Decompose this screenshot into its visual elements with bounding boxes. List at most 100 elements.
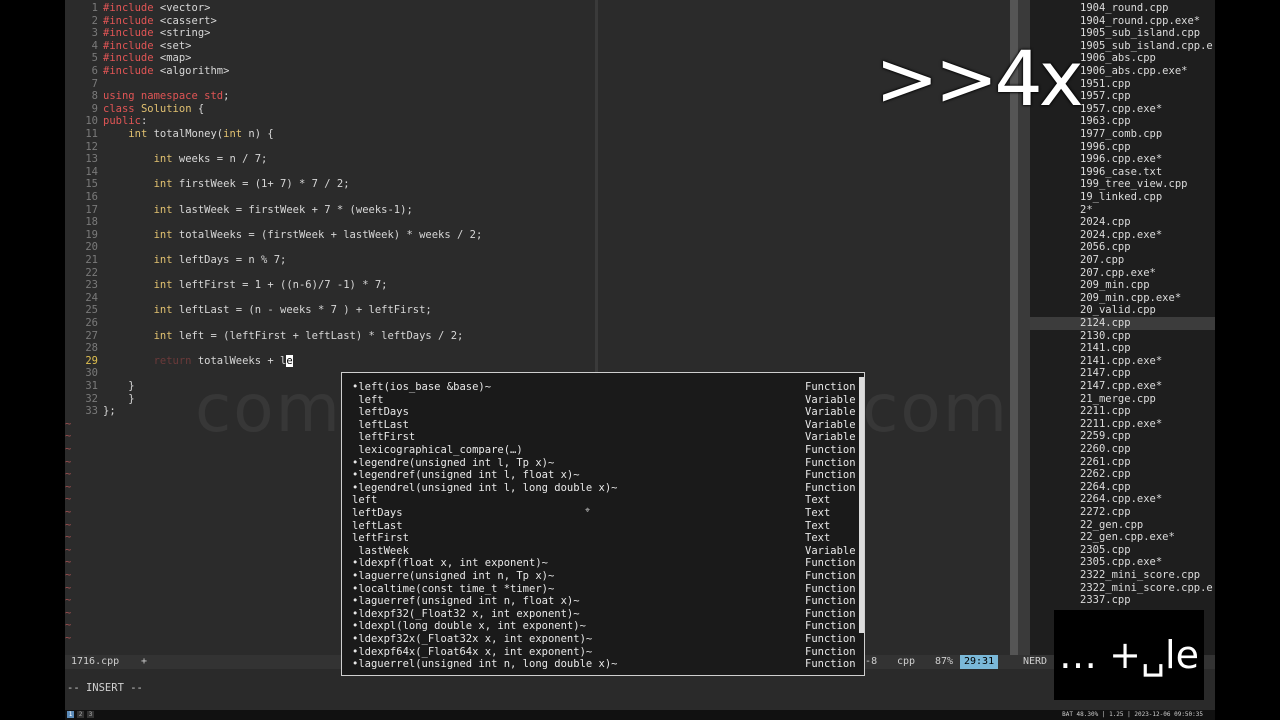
file-tree-item[interactable]: 2* xyxy=(1080,204,1093,217)
workspace-3[interactable]: 3 xyxy=(87,711,94,718)
autocomplete-item[interactable]: left Variable xyxy=(352,394,862,407)
autocomplete-item[interactable]: leftLast Text xyxy=(352,520,862,533)
file-tree-item[interactable]: 2260.cpp xyxy=(1080,443,1131,456)
file-tree-item[interactable]: 2264.cpp xyxy=(1080,481,1131,494)
autocomplete-item[interactable]: leftFirst Text xyxy=(352,532,862,545)
file-tree-item[interactable]: 199_tree_view.cpp xyxy=(1080,178,1187,191)
code-line[interactable]: } xyxy=(103,380,134,393)
autocomplete-item[interactable]: leftDays Variable xyxy=(352,406,862,419)
file-tree-item[interactable]: 1905_sub_island.cpp.e xyxy=(1080,40,1213,53)
file-tree-item[interactable]: 1951.cpp xyxy=(1080,78,1131,91)
file-tree-item[interactable]: 1977_comb.cpp xyxy=(1080,128,1162,141)
autocomplete-item[interactable]: left Text xyxy=(352,494,862,507)
file-tree-item[interactable]: 207.cpp xyxy=(1080,254,1124,267)
autocomplete-item[interactable]: •ldexpf32x(_Float32x x, int exponent)~ Fu… xyxy=(352,633,862,646)
autocomplete-item[interactable]: •laguerre(unsigned int n, Tp x)~ Function xyxy=(352,570,862,583)
autocomplete-item[interactable]: •localtime(const time_t *timer)~ Function xyxy=(352,583,862,596)
autocomplete-item[interactable]: •laguerrel(unsigned int n, long double x… xyxy=(352,658,862,671)
code-line[interactable]: } xyxy=(103,393,134,406)
autocomplete-item[interactable]: •legendref(unsigned int l, float x)~ Func… xyxy=(352,469,862,482)
file-tree-item[interactable]: 1996_case.txt xyxy=(1080,166,1162,179)
autocomplete-item[interactable]: lexicographical_compare(…) Function xyxy=(352,444,862,457)
file-tree-item[interactable]: 22_gen.cpp xyxy=(1080,519,1143,532)
code-line[interactable]: #include <algorithm> xyxy=(103,65,229,78)
file-tree-item[interactable]: 2024.cpp.exe* xyxy=(1080,229,1162,242)
file-tree-item[interactable]: 19_linked.cpp xyxy=(1080,191,1162,204)
code-line[interactable]: int leftFirst = 1 + ((n-6)/7 -1) * 7; xyxy=(103,279,388,292)
file-tree-item[interactable]: 1996.cpp.exe* xyxy=(1080,153,1162,166)
autocomplete-item[interactable]: •left(ios_base &base)~ Function xyxy=(352,381,862,394)
code-line[interactable]: int weeks = n / 7; xyxy=(103,153,268,166)
autocomplete-item[interactable]: •ldexpf64x(_Float64x x, int exponent)~ Fu… xyxy=(352,646,862,659)
file-tree-item[interactable]: 2141.cpp.exe* xyxy=(1080,355,1162,368)
file-tree-item[interactable]: 1905_sub_island.cpp xyxy=(1080,27,1200,40)
file-tree-item[interactable]: 2305.cpp.exe* xyxy=(1080,556,1162,569)
file-tree-item[interactable]: 2337.cpp xyxy=(1080,594,1131,607)
autocomplete-item[interactable]: •legendre(unsigned int l, Tp x)~ Function xyxy=(352,457,862,470)
file-tree-item[interactable]: 1957.cpp xyxy=(1080,90,1131,103)
file-tree-item[interactable]: 2141.cpp xyxy=(1080,342,1131,355)
autocomplete-popup[interactable]: •left(ios_base &base)~ Function left Varia… xyxy=(341,372,865,676)
code-line[interactable]: return totalWeeks + le xyxy=(103,354,293,368)
file-tree-item[interactable]: 2262.cpp xyxy=(1080,468,1131,481)
code-line[interactable]: #include <map> xyxy=(103,52,192,65)
code-line[interactable]: int firstWeek = (1+ 7) * 7 / 2; xyxy=(103,178,350,191)
code-line[interactable]: class Solution { xyxy=(103,103,204,116)
workspace-1[interactable]: 1 xyxy=(67,711,74,718)
autocomplete-item[interactable]: leftFirst Variable xyxy=(352,431,862,444)
file-tree-item[interactable]: 2264.cpp.exe* xyxy=(1080,493,1162,506)
file-tree-item[interactable]: 1904_round.cpp.exe* xyxy=(1080,15,1200,28)
code-line[interactable]: int lastWeek = firstWeek + 7 * (weeks-1)… xyxy=(103,204,413,217)
code-line[interactable]: int totalWeeks = (firstWeek + lastWeek) … xyxy=(103,229,483,242)
autocomplete-kind: Variable xyxy=(805,544,856,557)
file-tree-item[interactable]: 2322_mini_score.cpp.e xyxy=(1080,582,1213,595)
workspace-2[interactable]: 2 xyxy=(77,711,84,718)
autocomplete-item[interactable]: •ldexpl(long double x, int exponent)~ Fun… xyxy=(352,620,862,633)
file-tree-item[interactable]: 2056.cpp xyxy=(1080,241,1131,254)
autocomplete-item[interactable]: •legendrel(unsigned int l, long double x… xyxy=(352,482,862,495)
file-tree-item[interactable]: 1996.cpp xyxy=(1080,141,1131,154)
file-tree-item[interactable]: 2322_mini_score.cpp xyxy=(1080,569,1200,582)
file-tree-item[interactable]: 207.cpp.exe* xyxy=(1080,267,1156,280)
file-tree-item[interactable]: 2211.cpp xyxy=(1080,405,1131,418)
file-tree-item[interactable]: 2259.cpp xyxy=(1080,430,1131,443)
file-tree-item[interactable]: 2305.cpp xyxy=(1080,544,1131,557)
code-line[interactable]: #include <set> xyxy=(103,40,192,53)
code-line[interactable]: int leftDays = n % 7; xyxy=(103,254,287,267)
file-tree-item[interactable]: 209_min.cpp.exe* xyxy=(1080,292,1181,305)
code-line[interactable]: int leftLast = (n - weeks * 7 ) + leftFi… xyxy=(103,304,432,317)
code-line[interactable]: }; xyxy=(103,405,116,418)
popup-scrollbar[interactable] xyxy=(859,377,864,633)
file-tree-item[interactable]: 1957.cpp.exe* xyxy=(1080,103,1162,116)
code-line[interactable]: using namespace std; xyxy=(103,90,229,103)
file-tree-item[interactable]: 1963.cpp xyxy=(1080,115,1131,128)
code-line[interactable]: int left = (leftFirst + leftLast) * left… xyxy=(103,330,464,343)
code-line[interactable]: int totalMoney(int n) { xyxy=(103,128,273,141)
file-tree-item[interactable]: 1906_abs.cpp xyxy=(1080,52,1156,65)
file-tree-item[interactable]: 2024.cpp xyxy=(1080,216,1131,229)
code-line[interactable]: #include <cassert> xyxy=(103,15,217,28)
autocomplete-item[interactable]: •ldexpf(float x, int exponent)~ Function xyxy=(352,557,862,570)
autocomplete-item[interactable]: leftLast Variable xyxy=(352,419,862,432)
file-tree-item[interactable]: 2211.cpp.exe* xyxy=(1080,418,1162,431)
code-line[interactable]: #include <string> xyxy=(103,27,210,40)
autocomplete-item[interactable]: leftDays Text xyxy=(352,507,862,520)
file-tree-item[interactable]: 22_gen.cpp.exe* xyxy=(1080,531,1175,544)
file-tree-item[interactable]: 2147.cpp xyxy=(1080,367,1131,380)
file-tree-item[interactable]: 2124.cpp xyxy=(1030,317,1215,330)
autocomplete-item[interactable]: •laguerref(unsigned int n, float x)~ Func… xyxy=(352,595,862,608)
file-tree-item[interactable]: 2272.cpp xyxy=(1080,506,1131,519)
command-line[interactable]: -- INSERT -- xyxy=(65,680,1215,696)
file-tree-item[interactable]: 20_valid.cpp xyxy=(1080,304,1156,317)
file-tree-item[interactable]: 2130.cpp xyxy=(1080,330,1131,343)
file-tree-item[interactable]: 209_min.cpp xyxy=(1080,279,1150,292)
file-tree-item[interactable]: 2261.cpp xyxy=(1080,456,1131,469)
file-tree-item[interactable]: 21_merge.cpp xyxy=(1080,393,1156,406)
file-tree-item[interactable]: 1904_round.cpp xyxy=(1080,2,1169,15)
autocomplete-item[interactable]: lastWeek Variable xyxy=(352,545,862,558)
autocomplete-item[interactable]: •ldexpf32(_Float32 x, int exponent)~ Func… xyxy=(352,608,862,621)
file-tree-item[interactable]: 2147.cpp.exe* xyxy=(1080,380,1162,393)
code-line[interactable]: public: xyxy=(103,115,147,128)
code-line[interactable]: #include <vector> xyxy=(103,2,210,15)
file-tree-item[interactable]: 1906_abs.cpp.exe* xyxy=(1080,65,1187,78)
